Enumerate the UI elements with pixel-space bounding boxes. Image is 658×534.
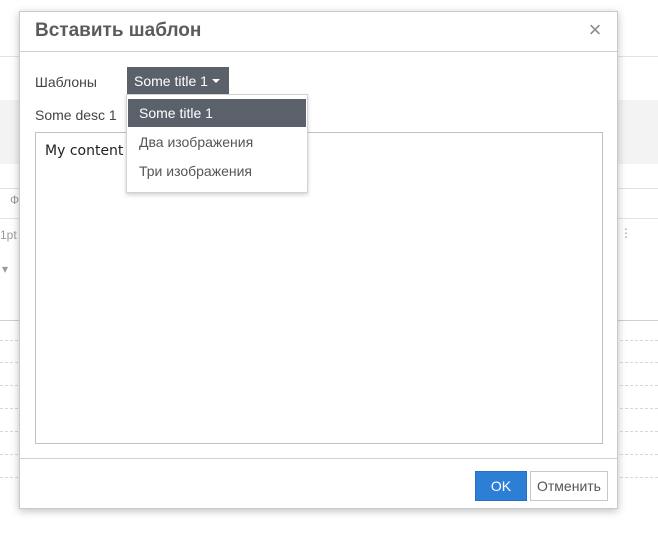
template-preview-frame: My content — [35, 132, 603, 444]
template-dropdown-menu: Some title 1 Два изображения Три изображ… — [126, 94, 308, 193]
template-select-button[interactable]: Some title 1 — [127, 67, 229, 95]
template-description: Some desc 1 — [35, 107, 117, 123]
dialog-title: Вставить шаблон — [35, 20, 202, 41]
ok-button[interactable]: OK — [475, 471, 527, 501]
close-icon[interactable]: × — [585, 18, 605, 42]
dropdown-option-two-images[interactable]: Два изображения — [128, 128, 306, 156]
caret-down-icon — [212, 79, 220, 83]
dropdown-option-some-title-1[interactable]: Some title 1 — [128, 99, 306, 127]
resize-grip-icon: ⋮ — [620, 226, 632, 240]
templates-label: Шаблоны — [35, 74, 97, 90]
cancel-button[interactable]: Отменить — [530, 471, 608, 501]
background-text-fragment: 1pt — [0, 228, 17, 242]
template-select-value: Some title 1 — [134, 73, 208, 89]
template-preview-content: My content — [45, 143, 124, 159]
background-text-fragment: Ф — [10, 193, 20, 207]
dialog-header: Вставить шаблон × — [20, 12, 617, 52]
chevron-down-icon: ▾ — [2, 262, 9, 276]
dialog-footer: OK Отменить — [20, 458, 617, 509]
insert-template-dialog: Вставить шаблон × Шаблоны Some title 1 S… — [19, 11, 618, 509]
dropdown-option-three-images[interactable]: Три изображения — [128, 157, 306, 185]
